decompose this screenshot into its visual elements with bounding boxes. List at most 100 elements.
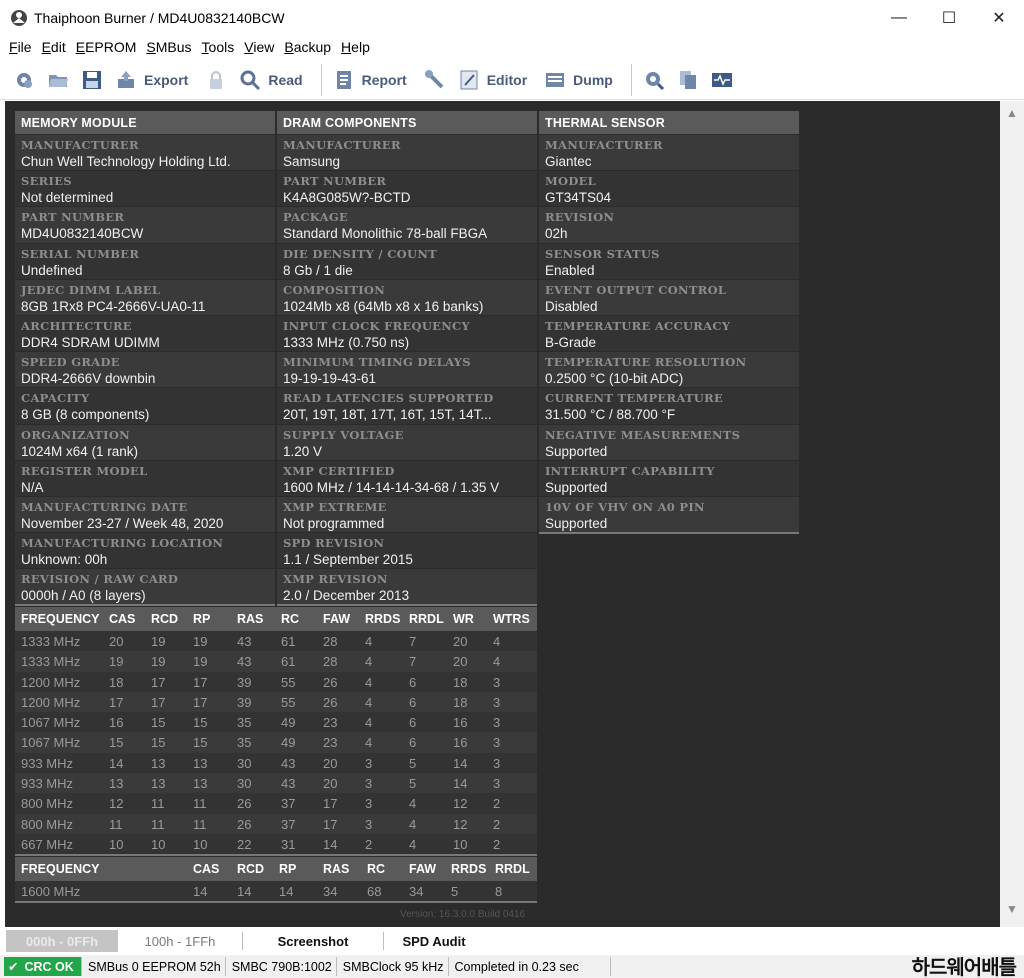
export-button[interactable]: Export: [110, 63, 198, 97]
tab-spd-audit[interactable]: SPD Audit: [384, 930, 484, 952]
save-button[interactable]: [76, 63, 108, 97]
field-value[interactable]: November 23-27 / Week 48, 2020: [21, 515, 269, 533]
tab-000h-0ffh[interactable]: 000h - 0FFh: [6, 930, 118, 952]
field-value[interactable]: Disabled: [545, 298, 793, 316]
field-value[interactable]: K4A8G085W?-BCTD: [283, 189, 531, 207]
close-button[interactable]: ✕: [974, 0, 1024, 36]
field-value[interactable]: Enabled: [545, 262, 793, 280]
tools-button[interactable]: [419, 63, 451, 97]
table-cell: 17: [193, 694, 208, 710]
field-value[interactable]: Supported: [545, 443, 793, 461]
field-value[interactable]: 1333 MHz (0.750 ns): [283, 334, 531, 352]
table-cell: 30: [237, 755, 252, 771]
table-cell: 4: [409, 836, 417, 852]
thermal-sensor-header: THERMAL SENSOR: [539, 111, 799, 134]
waveform-button[interactable]: [706, 63, 738, 97]
field-value[interactable]: DDR4-2666V downbin: [21, 370, 269, 388]
column-header: CAS: [109, 612, 136, 626]
lock-button[interactable]: [200, 63, 232, 97]
menu-eeprom[interactable]: EEPROM: [71, 39, 142, 55]
table-cell: 5: [409, 755, 417, 771]
field-value[interactable]: MD4U0832140BCW: [21, 225, 269, 243]
dram-components-header: DRAM COMPONENTS: [277, 111, 537, 134]
field-value[interactable]: B-Grade: [545, 334, 793, 352]
menu-file[interactable]: File: [4, 39, 37, 55]
table-cell: 39: [237, 694, 252, 710]
open-button[interactable]: [42, 63, 74, 97]
info-field: COMPOSITION 1024Mb x8 (64Mb x8 x 16 banks…: [277, 278, 537, 316]
table-cell: 15: [151, 715, 166, 731]
menu-backup[interactable]: Backup: [279, 39, 336, 55]
field-value[interactable]: 1024Mb x8 (64Mb x8 x 16 banks): [283, 298, 531, 316]
field-label: XMP CERTIFIED: [283, 463, 395, 478]
field-value[interactable]: 20T, 19T, 18T, 17T, 16T, 15T, 14T...: [283, 406, 531, 424]
field-value[interactable]: N/A: [21, 479, 269, 497]
menu-smbus[interactable]: SMBus: [141, 39, 196, 55]
field-value[interactable]: Standard Monolithic 78-ball FBGA: [283, 225, 531, 243]
settings-button[interactable]: [8, 63, 40, 97]
menu-edit[interactable]: Edit: [37, 39, 71, 55]
field-value[interactable]: GT34TS04: [545, 189, 793, 207]
field-value[interactable]: Not determined: [21, 189, 269, 207]
field-label: MANUFACTURER: [283, 138, 401, 152]
read-button[interactable]: Read: [234, 63, 312, 97]
pages-button[interactable]: [672, 63, 704, 97]
field-value[interactable]: Not programmed: [283, 515, 531, 533]
field-label: REVISION: [545, 210, 615, 225]
menu-help[interactable]: Help: [336, 39, 375, 55]
menu-tools[interactable]: Tools: [197, 39, 240, 55]
field-value[interactable]: DDR4 SDRAM UDIMM: [21, 334, 269, 352]
field-label: DIE DENSITY / COUNT: [283, 246, 437, 261]
info-field: MODEL GT34TS04: [539, 170, 799, 207]
field-value[interactable]: 0.2500 °C (10-bit ADC): [545, 370, 793, 388]
table-cell: 4: [493, 654, 501, 670]
tab-100h-1ffh[interactable]: 100h - 1FFh: [118, 930, 242, 952]
report-label: Report: [361, 71, 407, 88]
completed-status: Completed in 0.23 sec: [451, 957, 611, 976]
table-cell: 11: [151, 816, 165, 832]
memory-module-header: MEMORY MODULE: [15, 111, 275, 134]
editor-button[interactable]: Editor: [453, 63, 537, 97]
field-value[interactable]: 0000h / A0 (8 layers): [21, 587, 269, 605]
menu-view[interactable]: View: [239, 39, 279, 55]
field-value[interactable]: Undefined: [21, 262, 269, 280]
field-value[interactable]: Supported: [545, 515, 793, 533]
field-value[interactable]: 02h: [545, 225, 793, 243]
field-label: ARCHITECTURE: [21, 318, 132, 333]
field-value[interactable]: 1600 MHz / 14-14-14-34-68 / 1.35 V: [283, 479, 531, 497]
field-value[interactable]: 8GB 1Rx8 PC4-2666V-UA0-11: [21, 298, 269, 316]
info-field: REVISION 02h: [539, 206, 799, 243]
field-value[interactable]: Chun Well Technology Holding Ltd.: [21, 153, 269, 171]
field-value[interactable]: 1.20 V: [283, 443, 531, 461]
field-value[interactable]: 8 GB (8 components): [21, 406, 269, 424]
chevron-down-icon[interactable]: ▼: [1000, 899, 1024, 919]
field-label: READ LATENCIES SUPPORTED: [283, 391, 494, 406]
field-value[interactable]: 19-19-19-43-61: [283, 370, 531, 388]
field-value[interactable]: 8 Gb / 1 die: [283, 262, 531, 280]
field-value[interactable]: Giantec: [545, 153, 793, 171]
vertical-scrollbar[interactable]: ▲ ▼: [1000, 101, 1024, 927]
field-value[interactable]: Supported: [545, 479, 793, 497]
table-cell: 5: [409, 776, 417, 792]
table-row: 933 MHz 14 13 13 30 43 20 3 5 14 3: [15, 752, 537, 774]
field-value[interactable]: 1024M x64 (1 rank): [21, 443, 269, 461]
field-value[interactable]: 2.0 / December 2013: [283, 587, 531, 605]
report-button[interactable]: Report: [328, 63, 417, 97]
table-cell: 2: [365, 836, 373, 852]
field-value[interactable]: 31.500 °C / 88.700 °F: [545, 406, 793, 424]
field-value[interactable]: Samsung: [283, 153, 531, 171]
info-field: PACKAGE Standard Monolithic 78-ball FBGA: [277, 206, 537, 243]
dump-button[interactable]: Dump: [539, 63, 623, 97]
field-value[interactable]: Unknown: 00h: [21, 551, 269, 569]
tab-screenshot[interactable]: Screenshot: [243, 930, 383, 952]
inspect-button[interactable]: [638, 63, 670, 97]
field-value[interactable]: 1.1 / September 2015: [283, 551, 531, 569]
table-row: 1067 MHz 15 15 15 35 49 23 4 6 16 3: [15, 732, 537, 753]
chevron-up-icon[interactable]: ▲: [1000, 103, 1024, 123]
column-header: FAW: [323, 612, 351, 626]
maximize-button[interactable]: ☐: [924, 0, 974, 36]
table-header: FREQUENCY CAS RCD RP RAS RC FAW RRDS RRDL: [15, 857, 537, 881]
table-cell: 26: [323, 674, 338, 690]
minimize-button[interactable]: —: [874, 0, 924, 36]
table-cell: 11: [109, 816, 123, 832]
